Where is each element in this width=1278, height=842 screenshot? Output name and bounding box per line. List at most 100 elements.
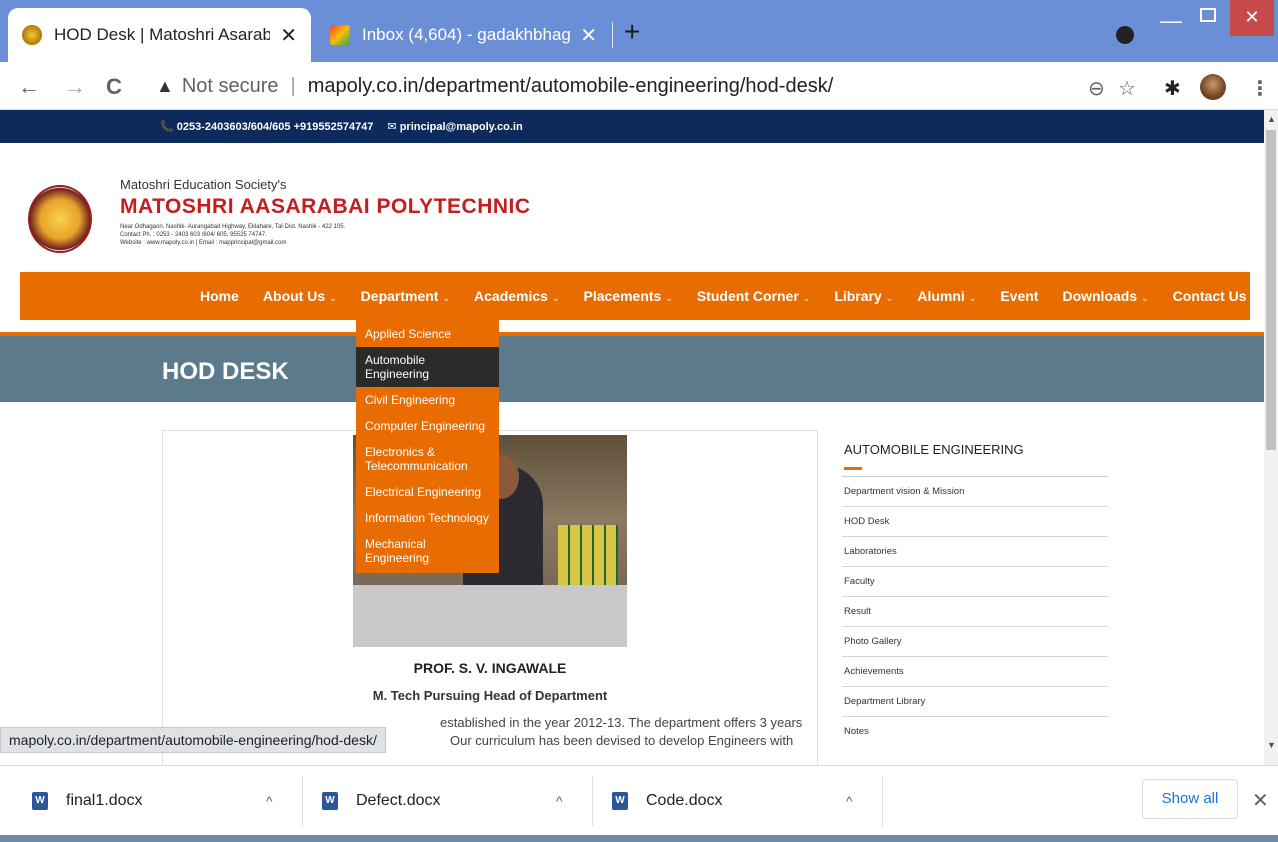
nav-contact-us[interactable]: Contact Us bbox=[1173, 288, 1247, 304]
chevron-up-icon[interactable]: ^ bbox=[266, 793, 273, 809]
sidebar-link-achievements[interactable]: Achievements bbox=[842, 657, 1108, 687]
sidebar-link-vision-mission[interactable]: Department vision & Mission bbox=[842, 477, 1108, 507]
reload-button[interactable]: C bbox=[106, 74, 122, 100]
download-item[interactable]: W Defect.docx ^ bbox=[322, 766, 592, 836]
sidebar-link-photo-gallery[interactable]: Photo Gallery bbox=[842, 627, 1108, 657]
nav-contact-us-label: Contact Us bbox=[1172, 288, 1247, 304]
nav-student-corner[interactable]: Student Corner ⌄ bbox=[697, 288, 810, 304]
dropdown-item-electrical-engineering[interactable]: Electrical Engineering bbox=[356, 479, 499, 505]
nav-event[interactable]: Event bbox=[1000, 288, 1038, 304]
society-name: Matoshri Education Society's bbox=[120, 177, 287, 192]
status-url-bubble: mapoly.co.in/department/automobile-engin… bbox=[0, 727, 386, 753]
dropdown-item-computer-engineering[interactable]: Computer Engineering bbox=[356, 413, 499, 439]
email-contact[interactable]: ✉ principal@mapoly.co.in bbox=[387, 120, 522, 133]
scroll-up-icon[interactable]: ▲ bbox=[1267, 114, 1276, 124]
menu-icon[interactable]: ⋮ bbox=[1250, 76, 1270, 101]
zoom-icon[interactable]: ⊖ bbox=[1088, 76, 1105, 101]
nav-placements[interactable]: Placements ⌄ bbox=[584, 288, 673, 304]
sidebar-heading: AUTOMOBILE ENGINEERING bbox=[844, 442, 1024, 457]
profile-indicator-icon[interactable] bbox=[1116, 26, 1134, 44]
dropdown-item-civil-engineering[interactable]: Civil Engineering bbox=[356, 387, 499, 413]
divider bbox=[592, 776, 593, 826]
dropdown-item-electronics-telecommunication[interactable]: Electronics & Telecommunication bbox=[356, 439, 499, 479]
divider bbox=[882, 776, 883, 826]
gmail-icon bbox=[330, 25, 350, 45]
download-filename: Code.docx bbox=[646, 792, 723, 809]
dropdown-item-applied-science[interactable]: Applied Science bbox=[356, 321, 499, 347]
dropdown-item-information-technology[interactable]: Information Technology bbox=[356, 505, 499, 531]
bookmark-star-icon[interactable]: ☆ bbox=[1118, 76, 1136, 101]
page-scrollbar[interactable]: ▲ ▼ bbox=[1264, 110, 1278, 765]
close-window-button[interactable]: ✕ bbox=[1230, 0, 1274, 36]
divider bbox=[302, 776, 303, 826]
tab-title: Inbox (4,604) - gadakhbhagyashr bbox=[362, 25, 571, 44]
tab-inbox[interactable]: Inbox (4,604) - gadakhbhagyashr ✕ bbox=[316, 8, 611, 62]
college-address: Near Odhagaon, Nashik- Aurangabad Highwa… bbox=[120, 223, 345, 247]
forward-button[interactable]: → bbox=[64, 74, 86, 100]
word-file-icon: W bbox=[612, 792, 628, 810]
chevron-down-icon: ⌄ bbox=[442, 293, 451, 303]
nav-library[interactable]: Library ⌄ bbox=[834, 288, 893, 304]
chevron-up-icon[interactable]: ^ bbox=[556, 793, 563, 809]
sidebar-link-notes[interactable]: Notes bbox=[842, 717, 1108, 746]
taskbar-edge bbox=[0, 835, 1278, 842]
download-filename: Defect.docx bbox=[356, 792, 441, 809]
contact-topbar: 📞 0253-2403603/604/605 +919552574747 ✉ p… bbox=[0, 110, 1264, 143]
tab-strip: HOD Desk | Matoshri Asarabai Po ✕ Inbox … bbox=[0, 0, 1278, 62]
nav-academics[interactable]: Academics ⌄ bbox=[474, 288, 559, 304]
separator: | bbox=[290, 74, 296, 97]
minimize-button[interactable]: — bbox=[1160, 8, 1182, 34]
page-banner: HOD DESK bbox=[0, 332, 1264, 402]
extensions-icon[interactable]: ✱ bbox=[1164, 76, 1181, 101]
phone-contact[interactable]: 📞 0253-2403603/604/605 +919552574747 bbox=[160, 120, 373, 133]
sidebar-link-faculty[interactable]: Faculty bbox=[842, 567, 1108, 597]
chevron-down-icon: ⌄ bbox=[1141, 293, 1149, 303]
sidebar-link-laboratories[interactable]: Laboratories bbox=[842, 537, 1108, 567]
hod-name: PROF. S. V. INGAWALE bbox=[413, 660, 567, 676]
scrollbar-thumb[interactable] bbox=[1266, 130, 1276, 450]
address-bar[interactable]: ▲ Not secure | mapoly.co.in/department/a… bbox=[140, 68, 1220, 104]
profile-avatar[interactable] bbox=[1200, 74, 1226, 100]
address-line: Near Odhagaon, Nashik- Aurangabad Highwa… bbox=[120, 224, 346, 230]
back-button[interactable]: ← bbox=[18, 74, 40, 100]
heading-accent bbox=[844, 467, 862, 470]
show-all-button[interactable]: Show all bbox=[1142, 779, 1238, 819]
chevron-down-icon: ⌄ bbox=[968, 293, 977, 303]
chevron-down-icon: ⌄ bbox=[551, 293, 560, 303]
sidebar-link-result[interactable]: Result bbox=[842, 597, 1108, 627]
nav-downloads[interactable]: Downloads ⌄ bbox=[1062, 288, 1148, 304]
photo-desk bbox=[353, 585, 627, 647]
nav-home-label: Home bbox=[200, 288, 239, 304]
sidebar-link-department-library[interactable]: Department Library bbox=[842, 687, 1108, 717]
download-shelf: W final1.docx ^ W Defect.docx ^ W Code.d… bbox=[0, 765, 1278, 835]
chevron-up-icon[interactable]: ^ bbox=[846, 793, 853, 809]
department-sidebar: AUTOMOBILE ENGINEERING Department vision… bbox=[842, 442, 1108, 746]
download-item[interactable]: W Code.docx ^ bbox=[612, 766, 882, 836]
dropdown-item-automobile-engineering[interactable]: Automobile Engineering bbox=[356, 347, 499, 387]
tab-divider bbox=[612, 22, 613, 48]
nav-department[interactable]: Department ⌄ bbox=[361, 288, 450, 304]
nav-alumni[interactable]: Alumni ⌄ bbox=[917, 288, 976, 304]
maximize-button[interactable] bbox=[1200, 8, 1216, 22]
dropdown-item-mechanical-engineering[interactable]: Mechanical Engineering bbox=[356, 531, 499, 571]
tab-hod-desk[interactable]: HOD Desk | Matoshri Asarabai Po ✕ bbox=[8, 8, 311, 62]
sidebar-link-hod-desk[interactable]: HOD Desk bbox=[842, 507, 1108, 537]
college-name[interactable]: MATOSHRI AASARABAI POLYTECHNIC bbox=[120, 195, 531, 219]
browser-toolbar: ← → C ▲ Not secure | mapoly.co.in/depart… bbox=[0, 62, 1278, 110]
scroll-down-icon[interactable]: ▼ bbox=[1267, 740, 1276, 750]
download-filename: final1.docx bbox=[66, 792, 143, 809]
download-item[interactable]: W final1.docx ^ bbox=[32, 766, 302, 836]
nav-academics-label: Academics bbox=[474, 288, 548, 304]
nav-about-us[interactable]: About Us ⌄ bbox=[263, 288, 337, 304]
nav-placements-label: Placements bbox=[583, 288, 662, 304]
word-file-icon: W bbox=[322, 792, 338, 810]
warning-icon[interactable]: ▲ bbox=[156, 76, 174, 97]
nav-home[interactable]: Home bbox=[200, 288, 239, 304]
tab-close-icon[interactable]: ✕ bbox=[580, 23, 597, 48]
new-tab-button[interactable]: + bbox=[624, 16, 640, 48]
close-shelf-icon[interactable]: ✕ bbox=[1252, 788, 1269, 813]
site-favicon-icon bbox=[22, 25, 42, 45]
tab-close-icon[interactable]: ✕ bbox=[280, 23, 297, 48]
college-logo[interactable] bbox=[28, 185, 92, 253]
address-line: Website : www.mapoly.co.in | Email : map… bbox=[120, 240, 287, 246]
